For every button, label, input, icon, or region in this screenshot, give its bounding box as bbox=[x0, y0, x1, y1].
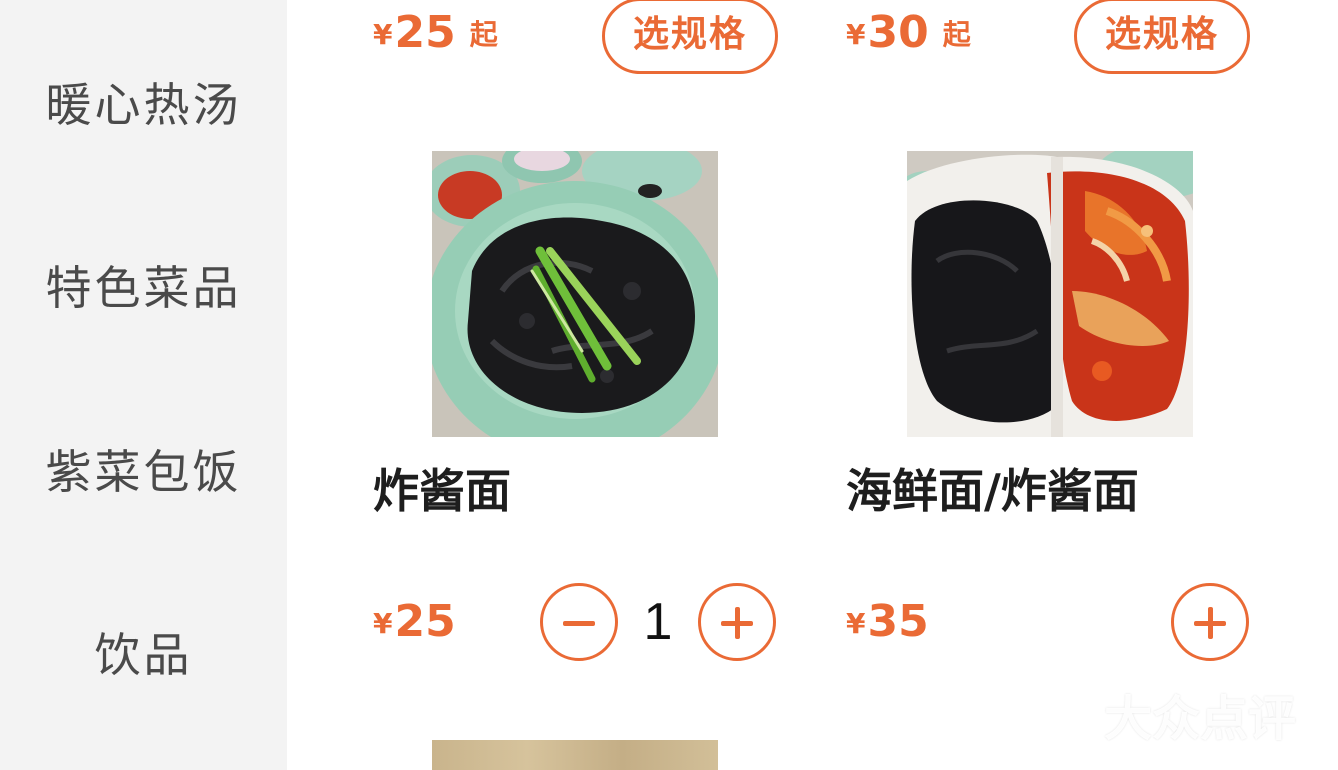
currency-symbol: ¥ bbox=[373, 607, 393, 640]
select-spec-button[interactable]: 选规格 bbox=[1074, 0, 1250, 74]
dianping-watermark: 大众点评 bbox=[1034, 684, 1296, 754]
price-suffix: 起 bbox=[942, 18, 971, 51]
increase-quantity-button[interactable] bbox=[698, 583, 776, 661]
jajangmyeon-image[interactable] bbox=[432, 151, 718, 437]
dish-name: 海鲜面/炸酱面 bbox=[846, 464, 1139, 518]
watermark-text: 大众点评 bbox=[1104, 691, 1297, 747]
decrease-quantity-button[interactable] bbox=[540, 583, 618, 661]
price-value: 25 bbox=[394, 596, 456, 647]
price-value: 25 bbox=[394, 7, 456, 58]
currency-symbol: ¥ bbox=[846, 18, 866, 51]
category-sidebar: 暖心热汤 特色菜品 紫菜包饭 饮品 bbox=[0, 0, 287, 770]
add-to-cart-button[interactable] bbox=[1171, 583, 1249, 661]
dianping-logo-icon bbox=[1039, 694, 1091, 748]
sidebar-item-drinks[interactable]: 饮品 bbox=[0, 625, 287, 685]
top-right-price: ¥30 起 bbox=[846, 8, 971, 60]
top-left-price: ¥25 起 bbox=[373, 8, 498, 60]
price-value: 35 bbox=[867, 596, 929, 647]
currency-symbol: ¥ bbox=[846, 607, 866, 640]
dish-price: ¥35 bbox=[846, 597, 929, 649]
dish-name: 炸酱面 bbox=[373, 464, 511, 518]
dish-price: ¥25 bbox=[373, 597, 456, 649]
next-dish-image[interactable] bbox=[432, 740, 718, 770]
currency-symbol: ¥ bbox=[373, 18, 393, 51]
price-value: 30 bbox=[867, 7, 929, 58]
sidebar-item-kimbap[interactable]: 紫菜包饭 bbox=[0, 442, 287, 502]
minus-icon bbox=[563, 621, 595, 626]
seafood-noodle-combo-image[interactable] bbox=[907, 151, 1193, 437]
sidebar-item-warm-soup[interactable]: 暖心热汤 bbox=[0, 75, 287, 135]
quantity-value: 1 bbox=[643, 593, 673, 651]
sidebar-item-specialty-dishes[interactable]: 特色菜品 bbox=[0, 258, 287, 318]
select-spec-button[interactable]: 选规格 bbox=[602, 0, 778, 74]
price-suffix: 起 bbox=[469, 18, 498, 51]
